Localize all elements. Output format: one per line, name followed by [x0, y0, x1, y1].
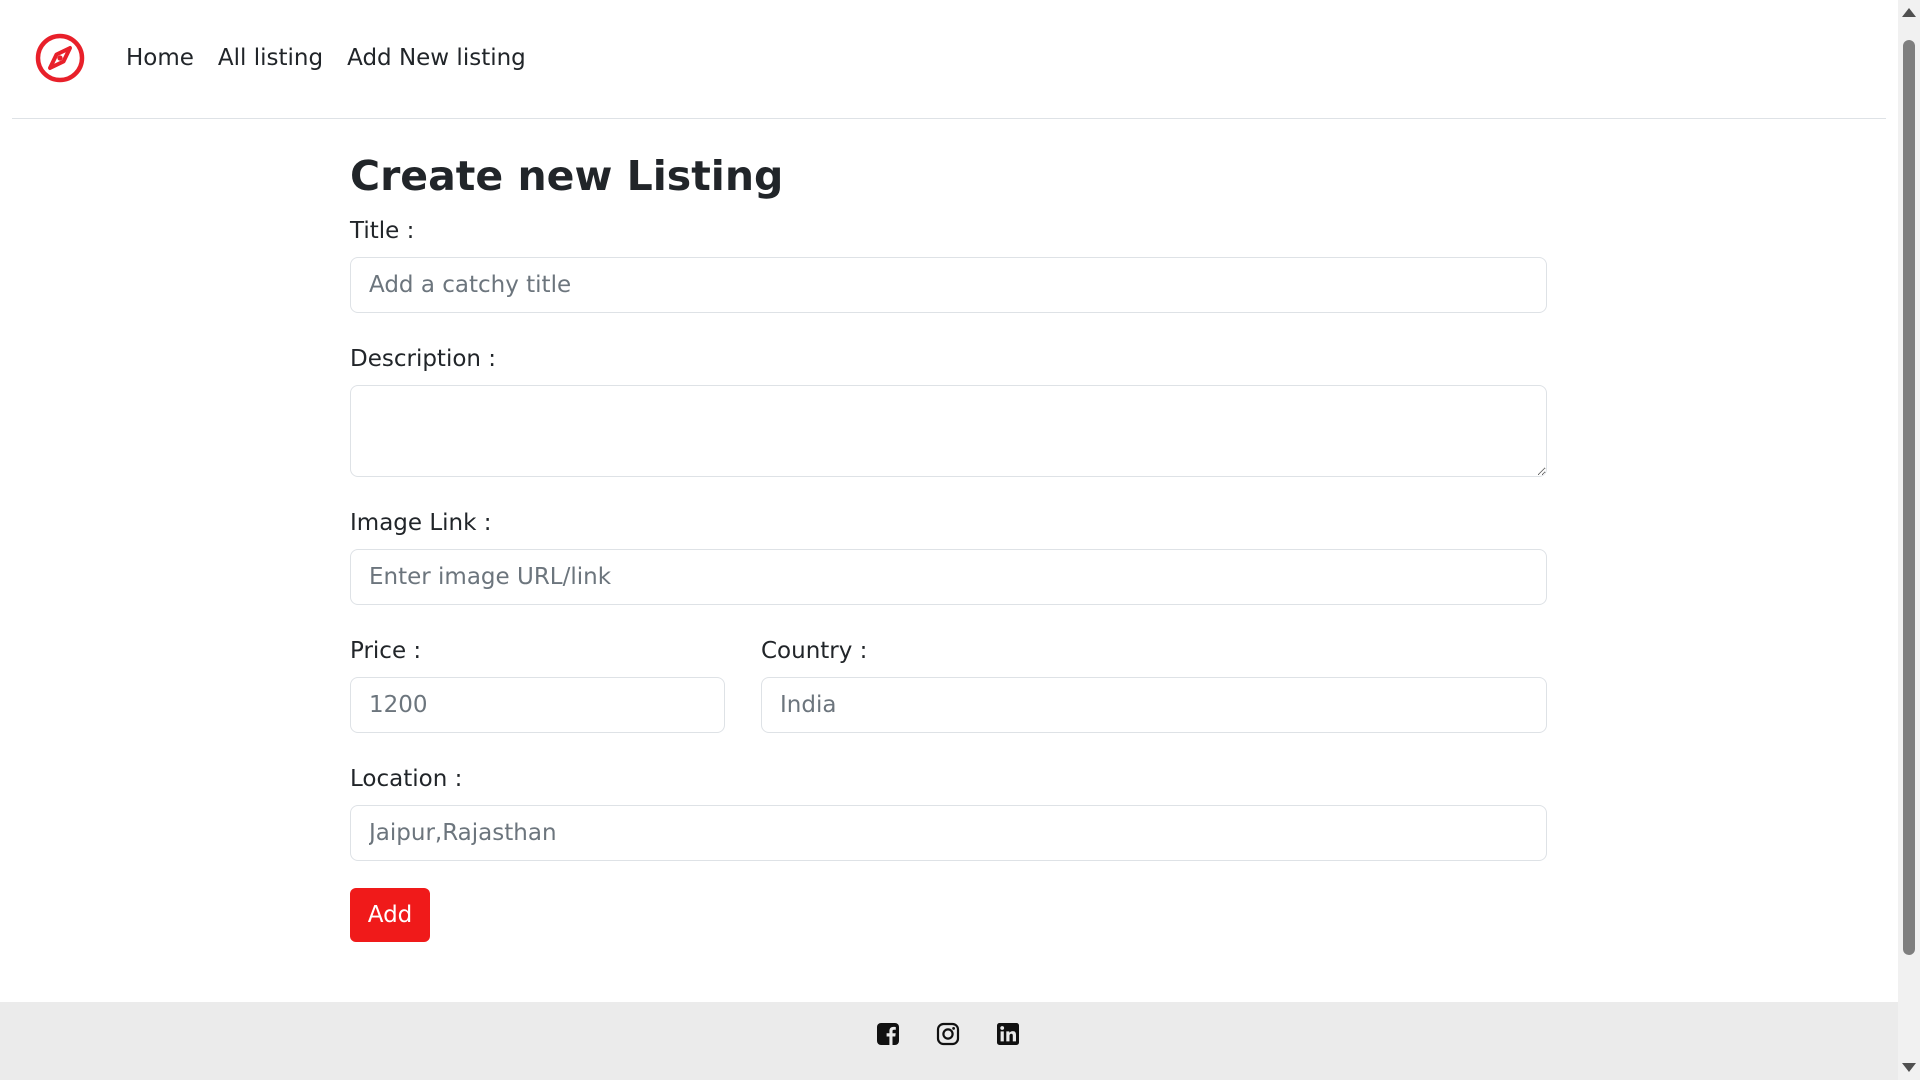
nav-link-all-listing[interactable]: All listing: [218, 42, 323, 74]
description-label: Description :: [350, 346, 497, 372]
description-textarea[interactable]: [350, 385, 1547, 477]
create-listing-form: Create new Listing Title : Description :…: [350, 150, 1547, 942]
page-title: Create new Listing: [350, 152, 784, 200]
facebook-icon[interactable]: [876, 1022, 900, 1046]
location-label: Location :: [350, 766, 463, 792]
nav-link-add-new-listing[interactable]: Add New listing: [347, 42, 526, 74]
title-label: Title :: [350, 218, 415, 244]
page: Home All listing Add New listing Create …: [0, 0, 1898, 1080]
scrollbar-thumb[interactable]: [1903, 40, 1915, 955]
description-field: Description :: [350, 344, 1547, 477]
footer: [0, 1002, 1898, 1080]
scrollbar[interactable]: [1898, 0, 1920, 1080]
add-button[interactable]: Add: [350, 888, 430, 942]
price-input[interactable]: [350, 677, 725, 733]
location-field: Location :: [350, 764, 1547, 861]
title-field: Title :: [350, 216, 1547, 313]
compass-icon[interactable]: [34, 32, 86, 84]
nav-links: Home All listing Add New listing: [126, 42, 526, 74]
scroll-down-arrow-icon[interactable]: [1902, 1063, 1916, 1072]
price-label: Price :: [350, 638, 422, 664]
scroll-up-arrow-icon[interactable]: [1902, 8, 1916, 17]
social-links: [876, 1022, 1020, 1046]
instagram-icon[interactable]: [936, 1022, 960, 1046]
image-field: Image Link :: [350, 508, 1547, 605]
title-input[interactable]: [350, 257, 1547, 313]
linkedin-icon[interactable]: [996, 1022, 1020, 1046]
location-input[interactable]: [350, 805, 1547, 861]
nav-link-home[interactable]: Home: [126, 42, 194, 74]
image-url-input[interactable]: [350, 549, 1547, 605]
price-field: Price :: [350, 636, 725, 733]
navbar: Home All listing Add New listing: [12, 0, 1886, 119]
country-field: Country :: [761, 636, 1547, 733]
country-label: Country :: [761, 638, 868, 664]
country-input[interactable]: [761, 677, 1547, 733]
image-label: Image Link :: [350, 510, 492, 536]
